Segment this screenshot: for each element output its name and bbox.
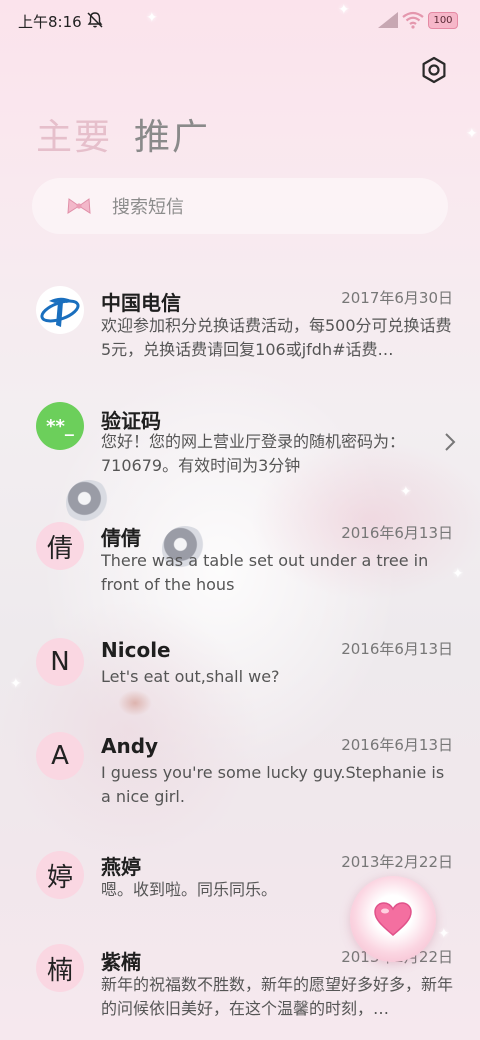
- search-input[interactable]: 搜索短信: [32, 178, 448, 234]
- message-preview: Let's eat out,shall we?: [101, 667, 280, 686]
- sender-name: Andy: [101, 734, 159, 758]
- list-item[interactable]: 倩 倩倩 2016年6月13日 There was a table set ou…: [0, 500, 480, 616]
- message-preview: I guess you're some lucky guy.Stephanie …: [101, 763, 445, 806]
- chevron-right-icon: [445, 433, 456, 451]
- sender-name: 倩倩: [101, 526, 141, 550]
- message-preview: 新年的祝福数不胜数，新年的愿望好多好多，新年的问候依旧美好，在这个温馨的时刻，…: [101, 975, 454, 1018]
- settings-icon: [422, 56, 446, 84]
- status-time: 上午8:16: [18, 13, 82, 31]
- settings-button[interactable]: [418, 54, 450, 86]
- wifi-icon: [402, 11, 424, 29]
- avatar: 婷: [36, 851, 84, 899]
- sender-name: 中国电信: [101, 291, 181, 315]
- message-preview: There was a table set out under a tree i…: [101, 551, 429, 594]
- search-placeholder: 搜索短信: [112, 197, 184, 218]
- message-preview: 欢迎参加积分兑换话费活动，每500分可兑换话费5元，兑换话费请回复106或jfd…: [101, 316, 452, 359]
- heart-icon: [374, 902, 412, 936]
- telecom-logo-icon: [40, 297, 80, 327]
- tab-promotions[interactable]: 推广: [134, 116, 210, 166]
- mute-icon: [87, 12, 103, 28]
- tab-primary[interactable]: 主要: [36, 116, 112, 166]
- bow-icon: [67, 198, 91, 214]
- message-date: 2016年6月13日: [341, 736, 453, 754]
- message-date: 2016年6月13日: [341, 524, 453, 542]
- avatar: **_: [36, 402, 84, 450]
- sender-name: Nicole: [101, 638, 171, 662]
- signal-icon: [378, 12, 398, 28]
- sparkle-icon: ✦: [466, 126, 478, 142]
- sender-name: 紫楠: [101, 950, 141, 974]
- avatar: 倩: [36, 522, 84, 570]
- message-date: 2017年6月30日: [341, 289, 453, 307]
- sender-name: 燕婷: [101, 855, 141, 879]
- avatar: N: [36, 638, 84, 686]
- message-date: 2016年6月13日: [341, 640, 453, 658]
- compose-button[interactable]: [350, 876, 436, 962]
- list-item[interactable]: A Andy 2016年6月13日 I guess you're some lu…: [0, 712, 480, 830]
- message-preview: 您好！您的网上营业厅登录的随机密码为：710679。有效时间为3分钟: [101, 432, 406, 475]
- message-tabs: 主要 推广: [36, 116, 210, 166]
- battery-icon: 100: [428, 12, 458, 29]
- list-item[interactable]: N Nicole 2016年6月13日 Let's eat out,shall …: [0, 616, 480, 712]
- list-item[interactable]: **_ 验证码 您好！您的网上营业厅登录的随机密码为：710679。有效时间为3…: [0, 388, 480, 500]
- avatar: [36, 286, 84, 334]
- list-item[interactable]: 中国电信 2017年6月30日 欢迎参加积分兑换话费活动，每500分可兑换话费5…: [0, 270, 480, 388]
- message-date: 2013年2月22日: [341, 853, 453, 871]
- avatar: A: [36, 732, 84, 780]
- avatar: 楠: [36, 944, 84, 992]
- status-bar: 上午8:16 100: [0, 0, 480, 42]
